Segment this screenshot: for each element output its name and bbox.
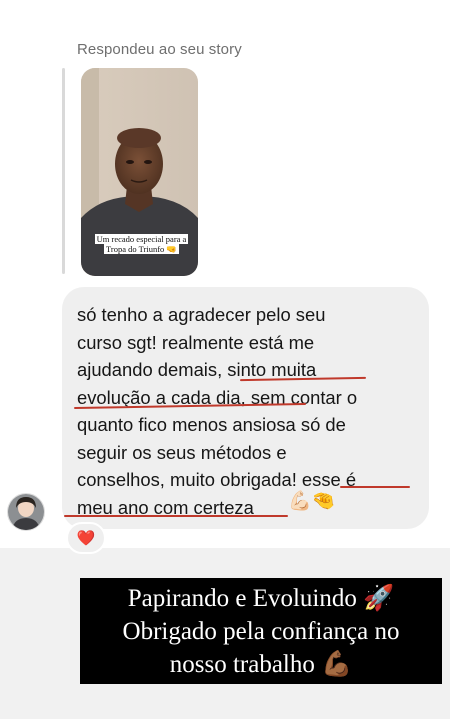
message-text: só tenho a agradecer pelo seu curso sgt!… xyxy=(77,304,358,518)
overlay-line-1: Papirando e Evoluindo 🚀 xyxy=(127,585,395,612)
underline-highlight xyxy=(64,515,288,517)
overlay-line-2: Obrigado pela confiança no xyxy=(122,618,400,645)
underline-highlight xyxy=(340,486,410,488)
quote-bar xyxy=(62,68,65,274)
sender-avatar[interactable] xyxy=(7,493,45,531)
story-reply-label: Respondeu ao seu story xyxy=(77,41,242,58)
overlay-line-3: nosso trabalho 💪🏾 xyxy=(169,651,353,678)
message-bubble[interactable]: só tenho a agradecer pelo seu curso sgt!… xyxy=(62,287,429,529)
message-emojis: 💪🏻🤏 xyxy=(288,491,336,512)
story-caption: Um recado especial para a Tropa do Triun… xyxy=(94,234,189,254)
story-thumbnail[interactable]: Um recado especial para a Tropa do Triun… xyxy=(81,68,198,276)
story-text-overlay: Papirando e Evoluindo 🚀 Obrigado pela co… xyxy=(80,578,442,684)
heart-reaction[interactable]: ❤️ xyxy=(66,522,106,554)
chat-card: Respondeu ao seu story Um recado especia… xyxy=(0,0,450,554)
avatar-icon xyxy=(8,494,44,530)
